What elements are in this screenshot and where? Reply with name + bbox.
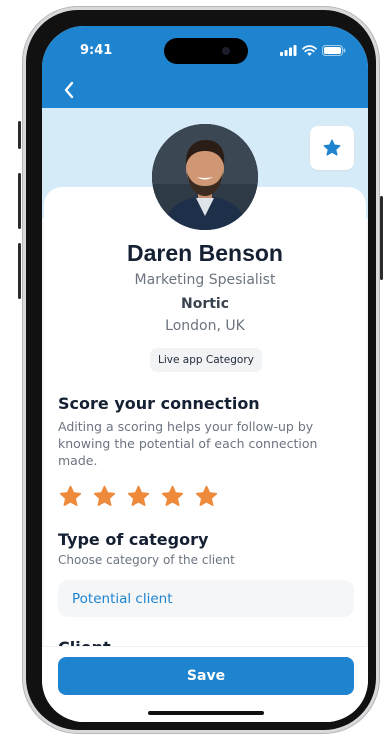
- profile-name: Daren Benson: [127, 240, 283, 266]
- profile-role: Marketing Spesialist: [134, 272, 276, 288]
- rating-star-icon[interactable]: [58, 484, 83, 509]
- back-button[interactable]: [58, 78, 82, 102]
- save-button[interactable]: Save: [58, 657, 354, 695]
- profile-company: Nortic: [180, 296, 230, 312]
- screen: 9:41 Daren Benson Marketing Spesialist N…: [42, 26, 368, 722]
- avatar: [152, 124, 258, 230]
- bottom-bar: Save: [42, 646, 368, 722]
- category-title: Type of category: [58, 530, 209, 549]
- phone-frame: 9:41 Daren Benson Marketing Spesialist N…: [22, 6, 380, 734]
- battery-icon: [322, 44, 346, 56]
- status-icons: [280, 43, 346, 57]
- volume-down-button: [18, 243, 21, 299]
- home-indicator: [148, 711, 264, 715]
- score-title: Score your connection: [58, 394, 260, 413]
- rating-star-icon[interactable]: [92, 484, 117, 509]
- back-arrow-icon: [64, 81, 74, 99]
- volume-up-button: [18, 173, 21, 229]
- header-bar: 9:41: [42, 26, 368, 108]
- star-icon: [323, 139, 341, 156]
- signal-icon: [280, 44, 297, 56]
- wifi-icon: [302, 44, 317, 56]
- avatar-photo-icon: [152, 124, 258, 230]
- phone-bezel: 9:41 Daren Benson Marketing Spesialist N…: [26, 10, 376, 730]
- category-select-value: Potential client: [72, 590, 173, 607]
- score-description: Aditing a scoring helps your follow-up b…: [58, 419, 318, 468]
- rating-star-icon[interactable]: [126, 484, 151, 509]
- rating-star-icon[interactable]: [194, 484, 219, 509]
- status-time: 9:41: [80, 43, 113, 58]
- camera-icon: [222, 47, 230, 55]
- power-button: [380, 196, 383, 280]
- favorite-button[interactable]: [310, 126, 354, 170]
- dynamic-island: [164, 38, 248, 64]
- category-subtitle: Choose category of the client: [58, 553, 235, 567]
- profile-location: London, UK: [165, 318, 245, 334]
- rating-star-icon[interactable]: [160, 484, 185, 509]
- star-rating[interactable]: [58, 484, 219, 509]
- category-select[interactable]: Potential client: [58, 580, 354, 617]
- category-chip: Live app Category: [150, 348, 262, 372]
- action-button: [18, 121, 21, 149]
